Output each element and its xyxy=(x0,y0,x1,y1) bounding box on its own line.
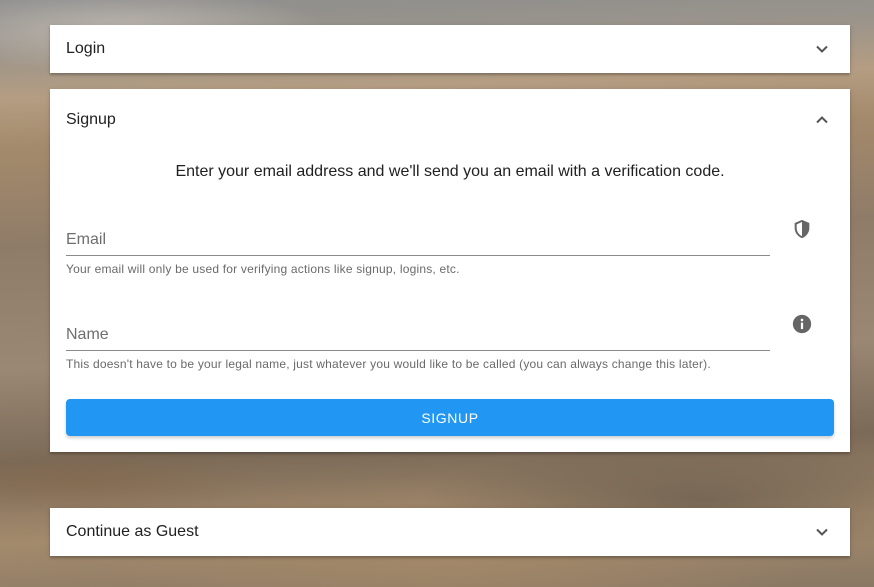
login-panel-header[interactable]: Login xyxy=(50,25,850,73)
shield-icon xyxy=(794,219,810,239)
signup-panel: Signup Enter your email address and we'l… xyxy=(50,89,850,452)
signup-intro-text: Enter your email address and we'll send … xyxy=(175,163,725,180)
guest-panel-header[interactable]: Continue as Guest xyxy=(50,508,850,556)
signup-panel-header[interactable]: Signup xyxy=(50,89,850,151)
signup-panel-title: Signup xyxy=(66,111,116,128)
guest-panel-title: Continue as Guest xyxy=(66,523,199,540)
chevron-down-icon[interactable] xyxy=(814,524,830,540)
guest-panel: Continue as Guest xyxy=(50,508,850,556)
info-icon xyxy=(792,314,812,334)
name-field-group: This doesn't have to be your legal name,… xyxy=(66,326,770,371)
chevron-up-icon[interactable] xyxy=(814,112,830,128)
email-hint: Your email will only be used for verifyi… xyxy=(66,262,460,276)
login-panel: Login xyxy=(50,25,850,73)
chevron-down-icon[interactable] xyxy=(814,41,830,57)
name-hint: This doesn't have to be your legal name,… xyxy=(66,357,711,371)
signup-button[interactable]: Signup xyxy=(66,399,834,436)
login-panel-title: Login xyxy=(66,40,106,57)
name-input[interactable] xyxy=(66,326,770,351)
email-field-group: Your email will only be used for verifyi… xyxy=(66,231,770,276)
email-input[interactable] xyxy=(66,231,770,256)
